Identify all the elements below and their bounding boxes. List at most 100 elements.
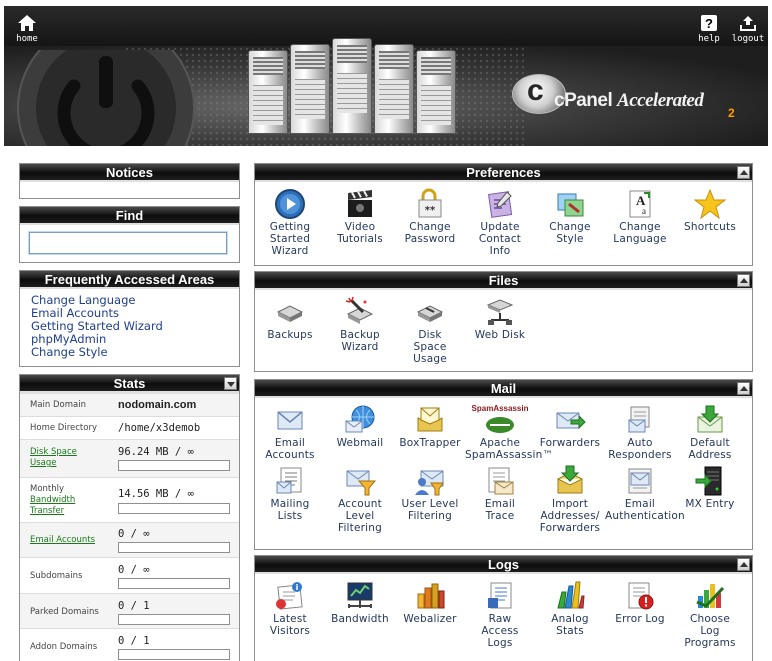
logs-section: Logs i Latest Visitors Bandwidth Webaliz…: [254, 555, 753, 661]
logo-text: cPanel Accelerated: [554, 90, 704, 112]
item-label: Auto Responders: [608, 437, 672, 461]
item-label: Backup Wizard: [340, 329, 380, 353]
boxtrapper-item[interactable]: BoxTrapper: [395, 404, 465, 461]
find-title: Find: [20, 207, 239, 225]
home-button[interactable]: home: [10, 14, 44, 44]
preferences-section: Preferences Getting Started Wizard Video…: [254, 163, 753, 266]
play-circle-icon: [275, 189, 305, 219]
logo-c: c: [527, 74, 544, 107]
backup-wizard-item[interactable]: Backup Wizard: [325, 296, 395, 365]
wizard-wand-icon: [345, 296, 374, 324]
email-authentication-item[interactable]: Email Authentication: [605, 465, 685, 534]
spamassassin-item[interactable]: SpamAssassin Apache SpamAssassin™: [465, 404, 553, 461]
help-icon: ?: [701, 15, 717, 31]
help-button[interactable]: ? help: [692, 14, 726, 44]
files-collapse-button[interactable]: [737, 274, 750, 287]
item-label: BoxTrapper: [399, 437, 461, 449]
password-lock-icon: **: [418, 188, 442, 218]
video-tutorials-item[interactable]: Video Tutorials: [325, 188, 395, 257]
mail-collapse-button[interactable]: [737, 382, 750, 395]
stats-table: Main Domain nodomain.com Home Directory …: [20, 393, 239, 661]
logout-label: logout: [731, 34, 765, 44]
preferences-title-text: Preferences: [466, 165, 541, 180]
stat-label: Home Directory: [30, 423, 97, 433]
auto-reply-icon: [628, 406, 650, 433]
stat-row-email-accounts: Email Accounts 0 / ∞: [20, 522, 239, 557]
preferences-grid: Getting Started Wizard Video Tutorials *…: [255, 182, 752, 261]
mailing-lists-item[interactable]: Mailing Lists: [255, 465, 325, 534]
webalizer-item[interactable]: Webalizer: [395, 580, 465, 649]
mailing-list-icon: [276, 467, 302, 494]
change-style-item[interactable]: Change Style: [535, 188, 605, 257]
disk-usage-icon: [416, 305, 444, 322]
default-address-item[interactable]: Default Address: [675, 404, 745, 461]
stat-value: 0 / ∞: [118, 564, 150, 576]
item-label: Email Authentication: [605, 498, 685, 522]
raw-log-icon: [488, 582, 512, 609]
item-label: Video Tutorials: [337, 221, 383, 245]
item-label: Raw Access Logs: [481, 613, 519, 649]
logs-title: Logs: [255, 556, 752, 574]
svg-text:**: **: [425, 205, 436, 216]
forwarders-item[interactable]: Forwarders: [535, 404, 605, 461]
stat-value: /home/x3demob: [118, 422, 201, 434]
mx-entry-item[interactable]: MX Entry: [675, 465, 745, 534]
update-contact-info-item[interactable]: Update Contact Info: [465, 188, 535, 257]
user-filter-icon: [415, 470, 444, 496]
raw-access-logs-item[interactable]: Raw Access Logs: [465, 580, 535, 649]
auto-responders-item[interactable]: Auto Responders: [605, 404, 675, 461]
latest-visitors-item[interactable]: i Latest Visitors: [255, 580, 325, 649]
power-icon: [17, 50, 194, 146]
faa-link-change-style[interactable]: Change Style: [31, 346, 239, 359]
stats-toggle-button[interactable]: [224, 377, 237, 390]
stats-bars-icon: [557, 581, 585, 609]
files-title-text: Files: [488, 273, 519, 288]
globe-mail-icon: [345, 405, 375, 433]
item-label: Shortcuts: [684, 221, 736, 233]
files-title: Files: [255, 272, 752, 290]
logs-collapse-button[interactable]: [737, 558, 750, 571]
item-label: Latest Visitors: [269, 613, 311, 637]
import-icon: [557, 465, 583, 494]
item-label: Import Addresses/ Forwarders: [539, 498, 601, 534]
forward-mail-icon: [556, 412, 586, 430]
server-graphic: [416, 50, 456, 134]
change-language-item[interactable]: Aa Change Language: [605, 188, 675, 257]
server-graphic: [374, 44, 414, 134]
bandwidth-item[interactable]: Bandwidth: [325, 580, 395, 649]
disk-space-usage-link[interactable]: Disk Space Usage: [30, 447, 90, 469]
svg-text:a: a: [642, 206, 646, 216]
backups-item[interactable]: Backups: [255, 296, 325, 365]
find-input[interactable]: [29, 232, 227, 254]
email-trace-item[interactable]: Email Trace: [465, 465, 535, 534]
account-level-filtering-item[interactable]: Account Level Filtering: [325, 465, 395, 534]
server-graphic: [332, 38, 372, 134]
email-accounts-stat-link[interactable]: Email Accounts: [30, 535, 112, 546]
import-addresses-item[interactable]: Import Addresses/ Forwarders: [535, 465, 605, 534]
visitors-icon: i: [276, 582, 303, 610]
change-password-item[interactable]: ** Change Password: [395, 188, 465, 257]
error-log-item[interactable]: Error Log: [605, 580, 675, 649]
user-level-filtering-item[interactable]: User Level Filtering: [395, 465, 465, 534]
item-label: Disk Space Usage: [413, 329, 447, 365]
item-label: Choose Log Programs: [684, 613, 736, 649]
item-label: Webmail: [336, 437, 384, 449]
email-accounts-item[interactable]: Email Accounts: [255, 404, 325, 461]
analog-stats-item[interactable]: Analog Stats: [535, 580, 605, 649]
files-section: Files Backups Backup Wizard Disk Space U…: [254, 271, 753, 372]
webmail-item[interactable]: Webmail: [325, 404, 395, 461]
bandwidth-transfer-link[interactable]: Bandwidth Transfer: [30, 495, 90, 517]
disk-space-usage-item[interactable]: Disk Space Usage: [395, 296, 465, 365]
stat-row-subdomains: Subdomains 0 / ∞: [20, 557, 239, 593]
logout-icon: [740, 16, 756, 31]
stat-label: Parked Domains: [30, 607, 99, 617]
shortcuts-item[interactable]: Shortcuts: [675, 188, 745, 257]
choose-log-programs-item[interactable]: Choose Log Programs: [675, 580, 745, 649]
getting-started-wizard-item[interactable]: Getting Started Wizard: [255, 188, 325, 257]
logout-button[interactable]: logout: [728, 14, 768, 44]
preferences-collapse-button[interactable]: [737, 166, 750, 179]
web-disk-item[interactable]: Web Disk: [465, 296, 535, 365]
files-grid: Backups Backup Wizard Disk Space Usage W…: [255, 290, 752, 369]
item-label: Update Contact Info: [478, 221, 522, 257]
stat-value: 96.24 MB / ∞: [118, 446, 194, 458]
